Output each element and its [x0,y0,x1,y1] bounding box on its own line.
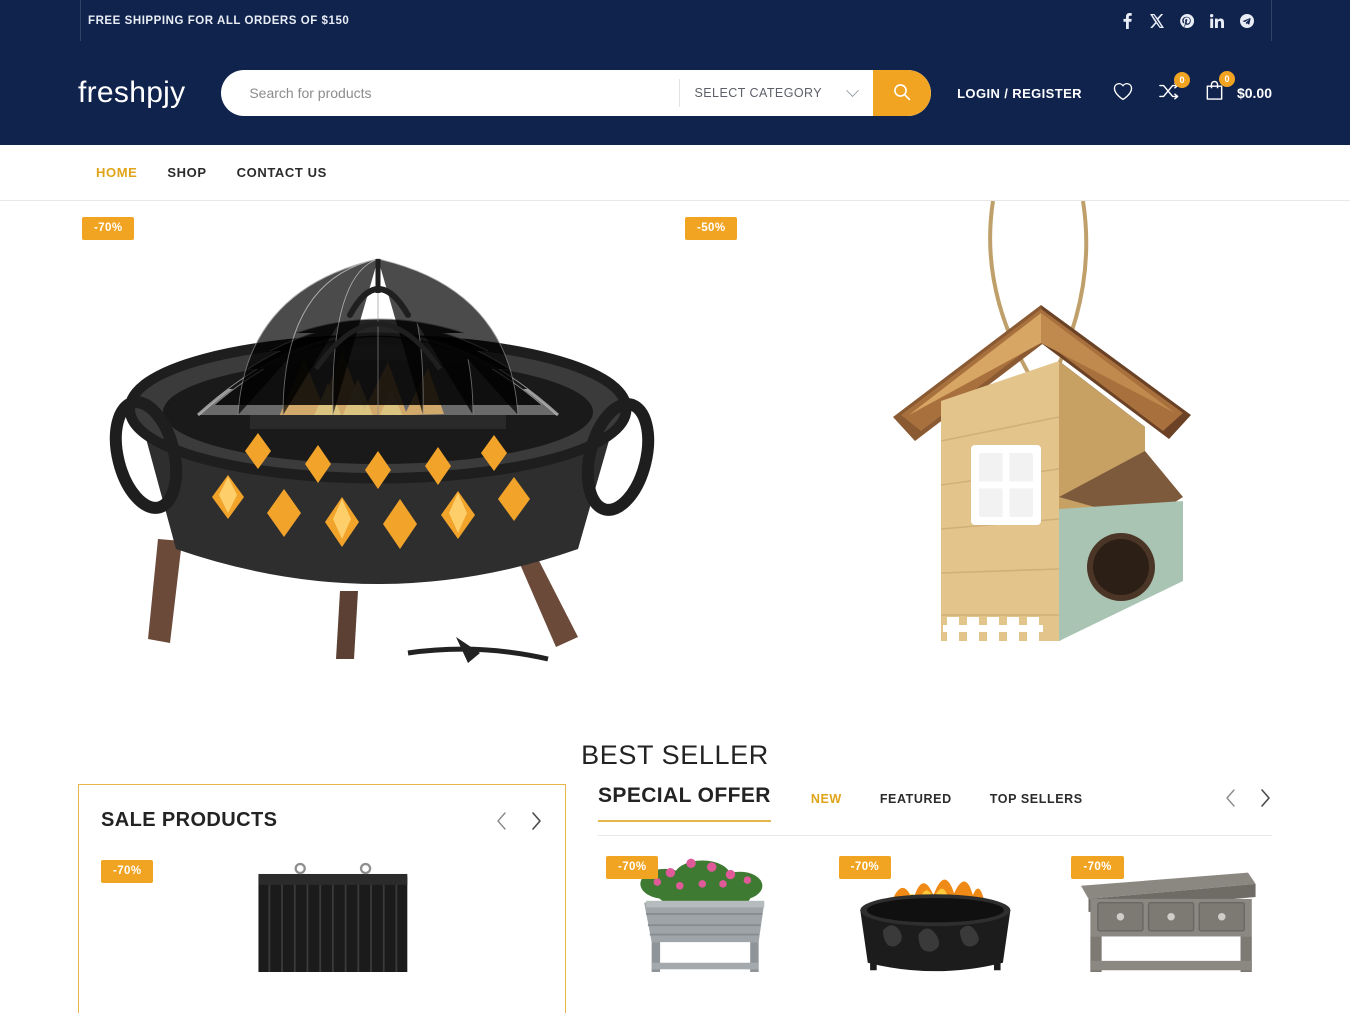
special-offer-carousel-controls [1224,788,1272,822]
main-navigation: HOME SHOP CONTACT US [0,145,1350,201]
search-input[interactable] [221,70,680,116]
pinterest-icon[interactable] [1180,13,1194,29]
facebook-icon[interactable] [1120,12,1134,29]
special-offer-panel: SPECIAL OFFER NEW FEATURED TOP SELLERS -… [598,784,1272,1013]
special-offer-tabs: NEW FEATURED TOP SELLERS [811,792,1083,822]
category-select[interactable]: SELECT CATEGORY [680,70,873,116]
tab-top-sellers[interactable]: TOP SELLERS [990,792,1083,806]
discount-badge: -70% [1071,856,1124,879]
sale-products-title: SALE PRODUCTS [101,809,278,831]
chevron-left-icon[interactable] [495,811,508,831]
cart-count-badge: 0 [1218,71,1235,87]
header-actions: LOGIN / REGISTER 0 0 $0.00 [931,71,1272,106]
cart-total[interactable]: $0.00 [1237,85,1272,101]
sale-products-panel: SALE PRODUCTS -70% [78,784,566,1013]
chevron-right-icon[interactable] [530,811,543,831]
site-header: freshpjy SELECT CATEGORY LOGIN / REGISTE… [0,41,1350,145]
fire-pit-banner[interactable]: -70% [78,201,683,698]
shipping-message: FREE SHIPPING FOR ALL ORDERS OF $150 [88,14,350,27]
nav-item-contact-us[interactable]: CONTACT US [237,165,327,180]
special-offer-product-row: -70% -70% -70% [598,836,1272,972]
login-register-link[interactable]: LOGIN / REGISTER [957,86,1082,101]
fire-pit-image [109,258,655,663]
tab-featured[interactable]: FEATURED [880,792,952,806]
social-links [1120,12,1350,29]
telegram-icon[interactable] [1240,13,1254,29]
sale-products-header: SALE PRODUCTS [101,809,543,832]
sale-products-carousel-controls [495,811,543,831]
chevron-right-icon[interactable] [1259,788,1272,808]
wishlist-button[interactable] [1112,81,1134,106]
bird-house-banner[interactable]: -50% [683,201,1272,698]
hero-banner-section: -70% -50% [0,201,1350,698]
sale-product-card[interactable]: -70% [101,854,543,972]
discount-badge: -70% [82,217,135,240]
linkedin-icon[interactable] [1210,13,1224,29]
nav-item-shop[interactable]: SHOP [167,165,206,180]
x-twitter-icon[interactable] [1150,13,1164,29]
cart-button[interactable]: 0 [1204,71,1235,106]
product-card-planter[interactable]: -70% [598,852,807,972]
bird-house-image [893,201,1191,651]
site-logo[interactable]: freshpjy [78,76,221,110]
best-seller-heading: BEST SELLER [581,740,769,770]
search-icon [892,82,912,105]
lower-product-section: SALE PRODUCTS -70% SPECIAL OFFER NEW FEA… [0,784,1350,1013]
compare-count-badge: 0 [1173,71,1190,88]
heart-icon [1112,81,1134,106]
discount-badge: -70% [101,860,154,883]
nav-item-home[interactable]: HOME [96,165,137,180]
chevron-left-icon[interactable] [1224,788,1237,808]
tab-new[interactable]: NEW [811,792,842,806]
discount-badge: -50% [685,217,738,240]
search-bar: SELECT CATEGORY [221,70,932,116]
discount-badge: -70% [838,856,892,879]
top-announcement-bar: FREE SHIPPING FOR ALL ORDERS OF $150 [0,0,1350,41]
product-card-console-table[interactable]: -70% [1063,852,1272,972]
product-card-fire-pit[interactable]: -70% [831,852,1040,972]
sale-product-image [258,862,408,972]
compare-button[interactable]: 0 [1158,71,1190,106]
special-offer-title: SPECIAL OFFER [598,784,771,822]
search-button[interactable] [873,70,932,116]
chevron-down-icon [846,83,859,97]
special-offer-header: SPECIAL OFFER NEW FEATURED TOP SELLERS [598,784,1272,836]
category-select-label: SELECT CATEGORY [694,86,823,100]
discount-badge: -70% [606,856,659,879]
